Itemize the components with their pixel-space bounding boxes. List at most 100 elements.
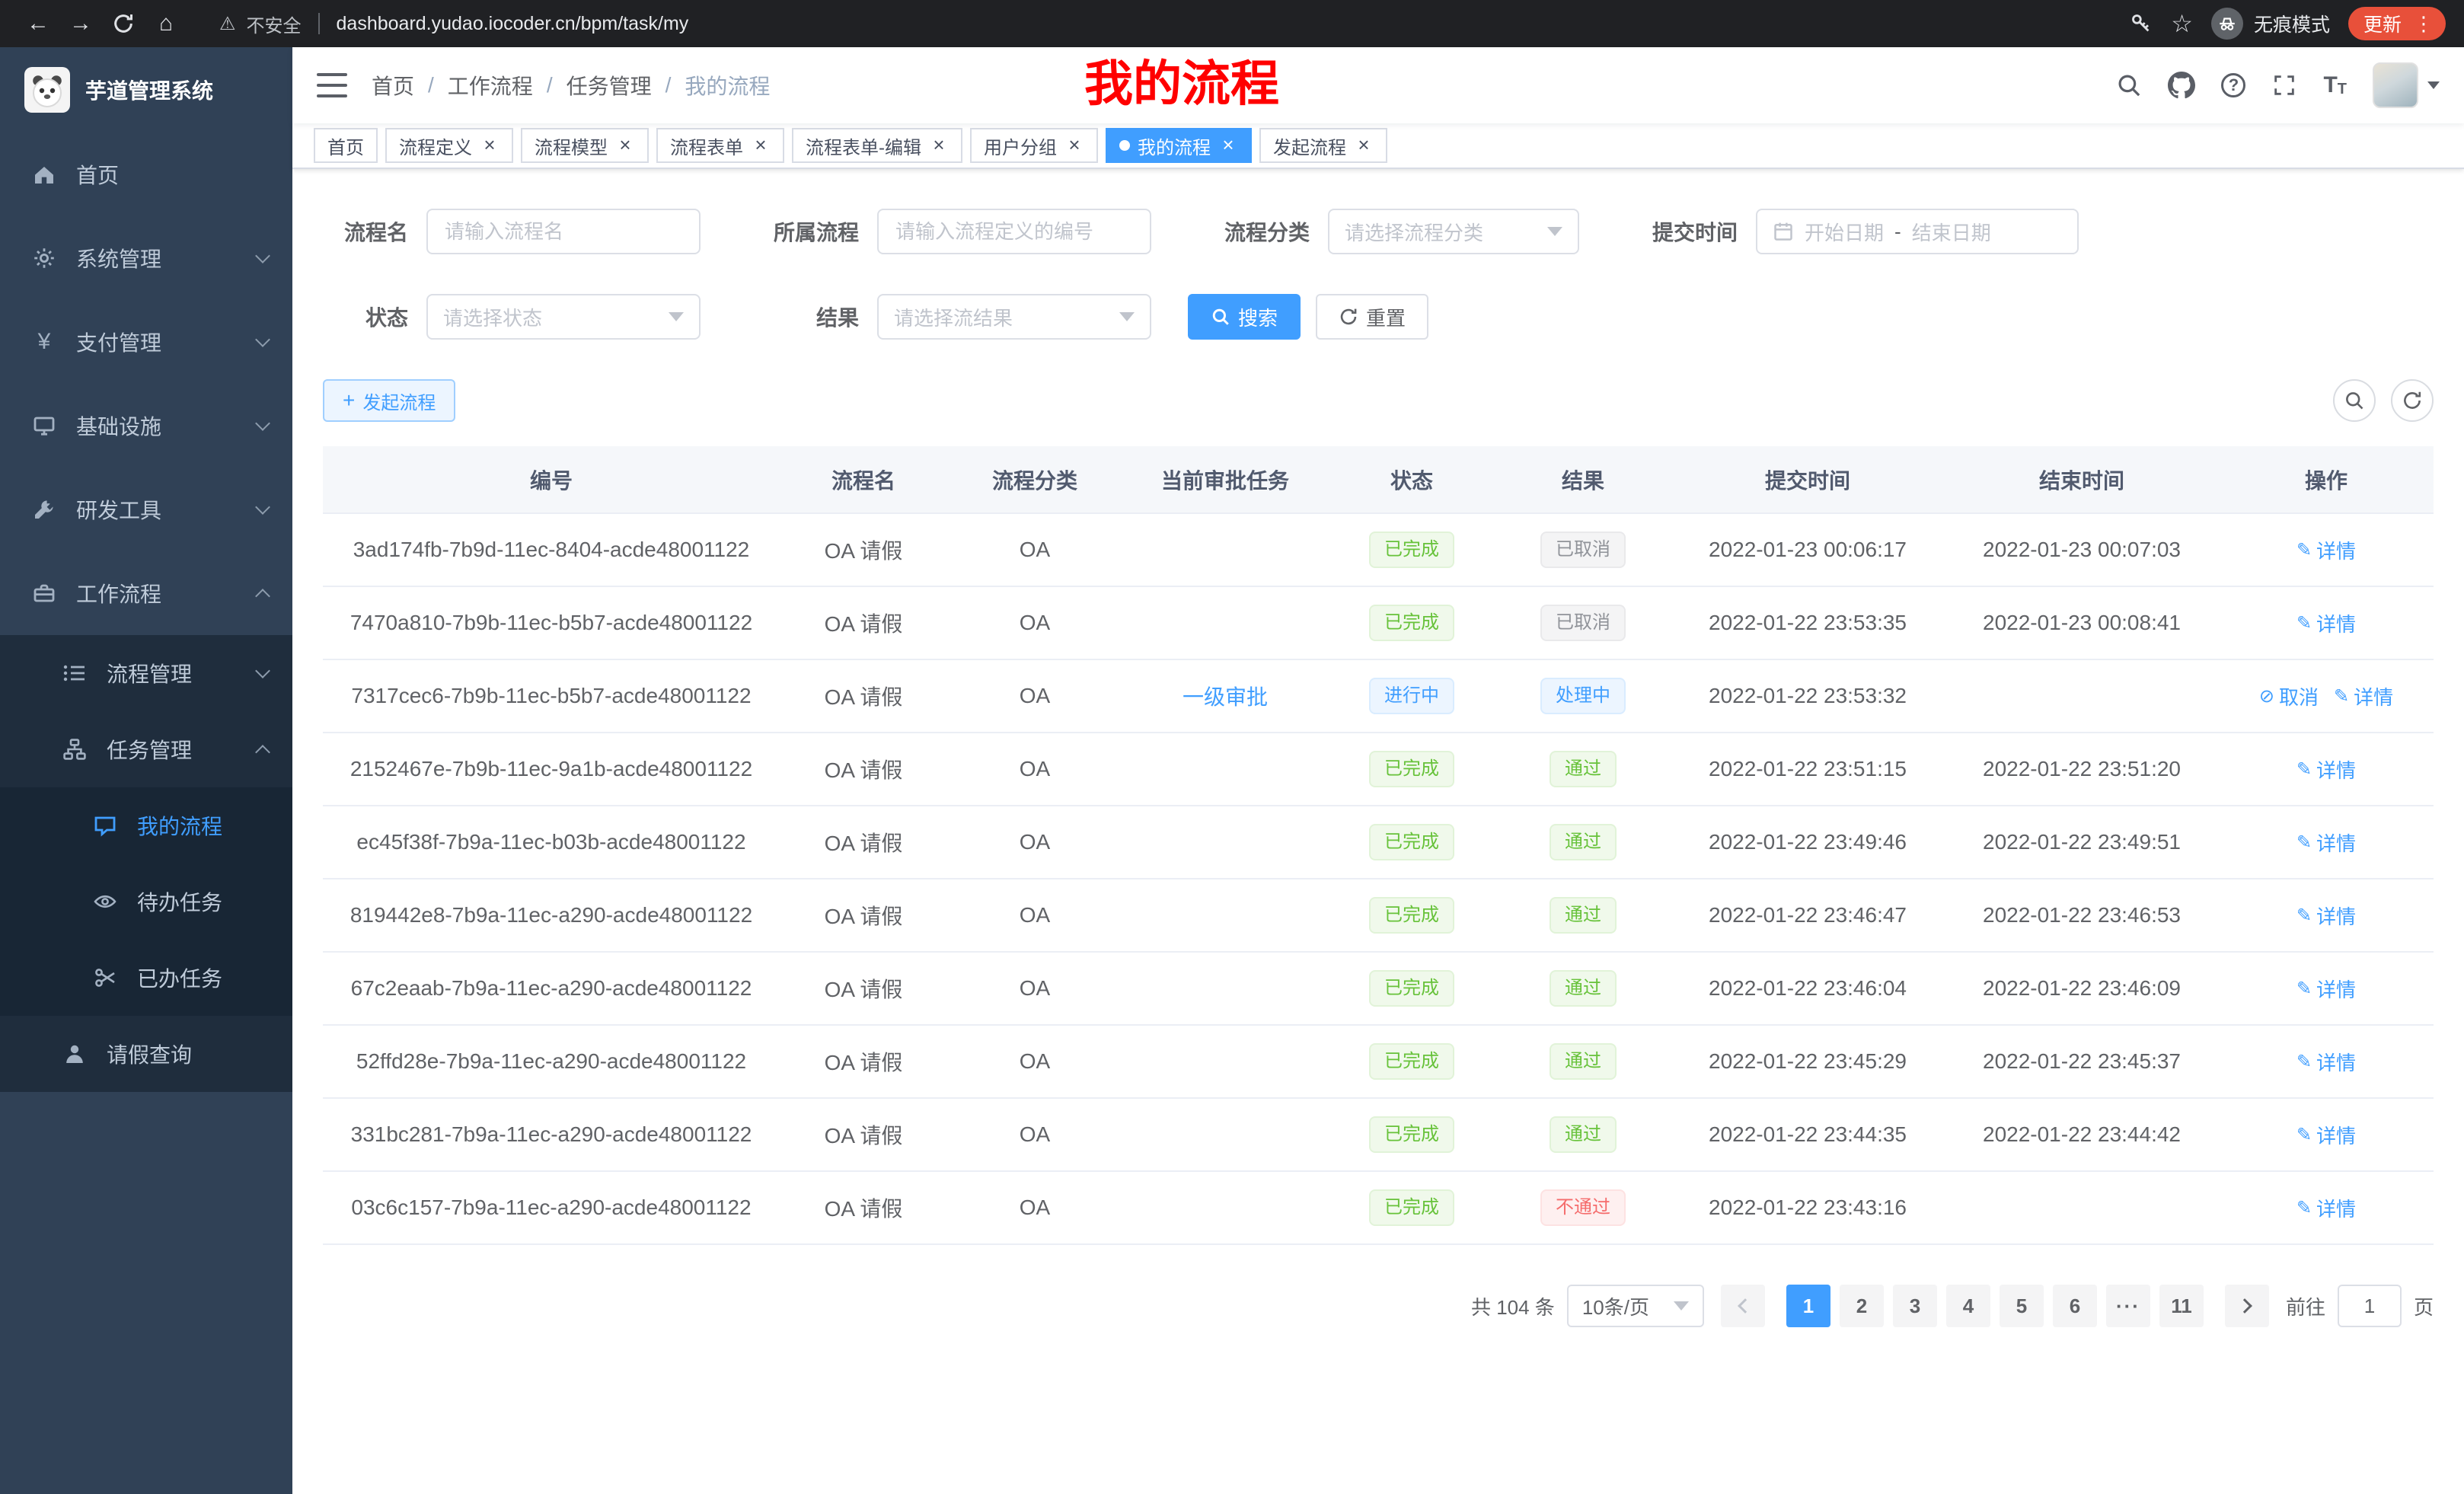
user-avatar[interactable] — [2373, 62, 2440, 108]
detail-link[interactable]: ✎详情 — [2296, 755, 2356, 784]
bookmark-star-icon[interactable]: ☆ — [2171, 9, 2193, 38]
browser-forward-icon[interactable]: → — [61, 4, 101, 43]
detail-link[interactable]: ✎详情 — [2296, 1194, 2356, 1222]
detail-link[interactable]: ✎详情 — [2296, 1048, 2356, 1076]
page-3[interactable]: 3 — [1893, 1285, 1937, 1327]
chrome-update-button[interactable]: 更新 ⋮ — [2348, 7, 2446, 40]
page-4[interactable]: 4 — [1946, 1285, 1990, 1327]
detail-link[interactable]: ✎详情 — [2296, 536, 2356, 564]
sidebar-item-leave-query[interactable]: 请假查询 — [0, 1016, 292, 1092]
next-page-button[interactable] — [2225, 1285, 2269, 1327]
op-label: 详情 — [2316, 1121, 2356, 1149]
sidebar-item-devtools[interactable]: 研发工具 — [0, 468, 292, 551]
cell-submit-time: 2022-01-22 23:53:32 — [1671, 659, 1945, 733]
fullscreen-icon[interactable] — [2271, 72, 2297, 98]
tab-close-icon[interactable]: × — [1064, 136, 1084, 155]
cell-actions: ✎详情 — [2219, 733, 2434, 806]
tab-5[interactable]: 用户分组× — [970, 128, 1098, 163]
password-key-icon[interactable] — [2130, 12, 2153, 35]
tab-0[interactable]: 首页 — [314, 128, 378, 163]
sidebar-item-system[interactable]: 系统管理 — [0, 216, 292, 300]
reset-button[interactable]: 重置 — [1316, 294, 1428, 340]
sidebar-item-todo-tasks[interactable]: 待办任务 — [0, 864, 292, 940]
current-task-link[interactable]: 一级审批 — [1183, 685, 1268, 709]
page-5[interactable]: 5 — [2000, 1285, 2044, 1327]
github-icon[interactable] — [2168, 72, 2195, 99]
sidebar-item-done-tasks[interactable]: 已办任务 — [0, 940, 292, 1016]
sidebar-item-workflow[interactable]: 工作流程 — [0, 551, 292, 635]
detail-link[interactable]: ✎详情 — [2296, 975, 2356, 1003]
help-icon[interactable]: ? — [2221, 73, 2245, 97]
detail-link[interactable]: ✎详情 — [2296, 609, 2356, 637]
sidebar-item-label: 任务管理 — [107, 734, 257, 765]
browser-back-icon[interactable]: ← — [18, 4, 58, 43]
tab-close-icon[interactable]: × — [751, 136, 771, 155]
edit-icon: ✎ — [2296, 758, 2312, 781]
tab-close-icon[interactable]: × — [1218, 136, 1238, 155]
status-select[interactable]: 请选择状态 — [426, 294, 701, 340]
sidebar-item-process-mgmt[interactable]: 流程管理 — [0, 635, 292, 711]
breadcrumb-task-mgmt[interactable]: 任务管理 — [567, 70, 652, 101]
category-select[interactable]: 请选择流程分类 — [1328, 209, 1579, 254]
security-warning-icon: ⚠ — [219, 13, 236, 35]
font-size-icon[interactable]: TT — [2323, 72, 2347, 98]
tab-close-icon[interactable]: × — [1354, 136, 1374, 155]
page-size-select[interactable]: 10条/页 — [1567, 1285, 1704, 1327]
browser-refresh-icon[interactable] — [104, 4, 143, 43]
page-11[interactable]: 11 — [2159, 1285, 2204, 1327]
detail-link[interactable]: ✎详情 — [2334, 682, 2393, 710]
tab-6[interactable]: 我的流程× — [1106, 128, 1252, 163]
detail-link[interactable]: ✎详情 — [2296, 1121, 2356, 1149]
result-select[interactable]: 请选择流结果 — [877, 294, 1151, 340]
parent-process-input[interactable] — [877, 209, 1151, 254]
reset-button-label: 重置 — [1366, 303, 1406, 331]
breadcrumb-home[interactable]: 首页 — [372, 70, 414, 101]
sidebar-item-payment[interactable]: ¥ 支付管理 — [0, 300, 292, 384]
sidebar-item-task-mgmt[interactable]: 任务管理 — [0, 711, 292, 787]
page-2[interactable]: 2 — [1840, 1285, 1884, 1327]
detail-link[interactable]: ✎详情 — [2296, 828, 2356, 857]
op-label: 详情 — [2316, 755, 2356, 784]
process-name-input[interactable] — [426, 209, 701, 254]
tab-close-icon[interactable]: × — [480, 136, 500, 155]
breadcrumb-workflow[interactable]: 工作流程 — [448, 70, 533, 101]
prev-page-button[interactable] — [1721, 1285, 1765, 1327]
sidebar-item-home[interactable]: 首页 — [0, 132, 292, 216]
cell-process-name: OA 请假 — [780, 806, 947, 879]
refresh-table-button[interactable] — [2391, 379, 2434, 422]
cancel-link[interactable]: ⊘取消 — [2259, 682, 2319, 710]
tab-close-icon[interactable]: × — [615, 136, 635, 155]
sidebar-item-infra[interactable]: 基础设施 — [0, 384, 292, 468]
cell-submit-time: 2022-01-22 23:46:47 — [1671, 879, 1945, 952]
tab-3[interactable]: 流程表单× — [656, 128, 784, 163]
page-6[interactable]: 6 — [2053, 1285, 2097, 1327]
kebab-menu-icon[interactable]: ⋮ — [2408, 12, 2440, 36]
search-button[interactable]: 搜索 — [1188, 294, 1301, 340]
chevron-right-icon — [2237, 1298, 2252, 1314]
goto-page-input[interactable] — [2338, 1285, 2402, 1327]
detail-link[interactable]: ✎详情 — [2296, 902, 2356, 930]
status-badge: 已完成 — [1369, 970, 1454, 1007]
search-icon[interactable] — [2116, 72, 2142, 98]
submit-time-range[interactable]: 开始日期 - 结束日期 — [1756, 209, 2079, 254]
tab-2[interactable]: 流程模型× — [521, 128, 649, 163]
cell-status: 已完成 — [1328, 1171, 1495, 1244]
toggle-search-button[interactable] — [2333, 379, 2376, 422]
result-badge: 通过 — [1550, 970, 1617, 1007]
address-bar[interactable]: ⚠ 不安全 dashboard.yudao.iocoder.cn/bpm/tas… — [219, 11, 688, 37]
tab-1[interactable]: 流程定义× — [385, 128, 513, 163]
cell-status: 已完成 — [1328, 879, 1495, 952]
op-label: 详情 — [2354, 682, 2393, 710]
status-placeholder: 请选择状态 — [443, 303, 669, 331]
tab-7[interactable]: 发起流程× — [1259, 128, 1387, 163]
create-process-button[interactable]: + 发起流程 — [323, 379, 455, 422]
tab-close-icon[interactable]: × — [929, 136, 949, 155]
pager-ellipsis[interactable]: ··· — [2106, 1285, 2150, 1327]
app-logo[interactable]: 芋道管理系统 — [0, 47, 292, 132]
sidebar-item-my-process[interactable]: 我的流程 — [0, 787, 292, 864]
chevron-up-icon — [255, 745, 270, 760]
sidebar-toggle-button[interactable] — [317, 73, 347, 97]
page-1[interactable]: 1 — [1786, 1285, 1830, 1327]
browser-home-icon[interactable]: ⌂ — [146, 4, 186, 43]
tab-4[interactable]: 流程表单-编辑× — [792, 128, 962, 163]
